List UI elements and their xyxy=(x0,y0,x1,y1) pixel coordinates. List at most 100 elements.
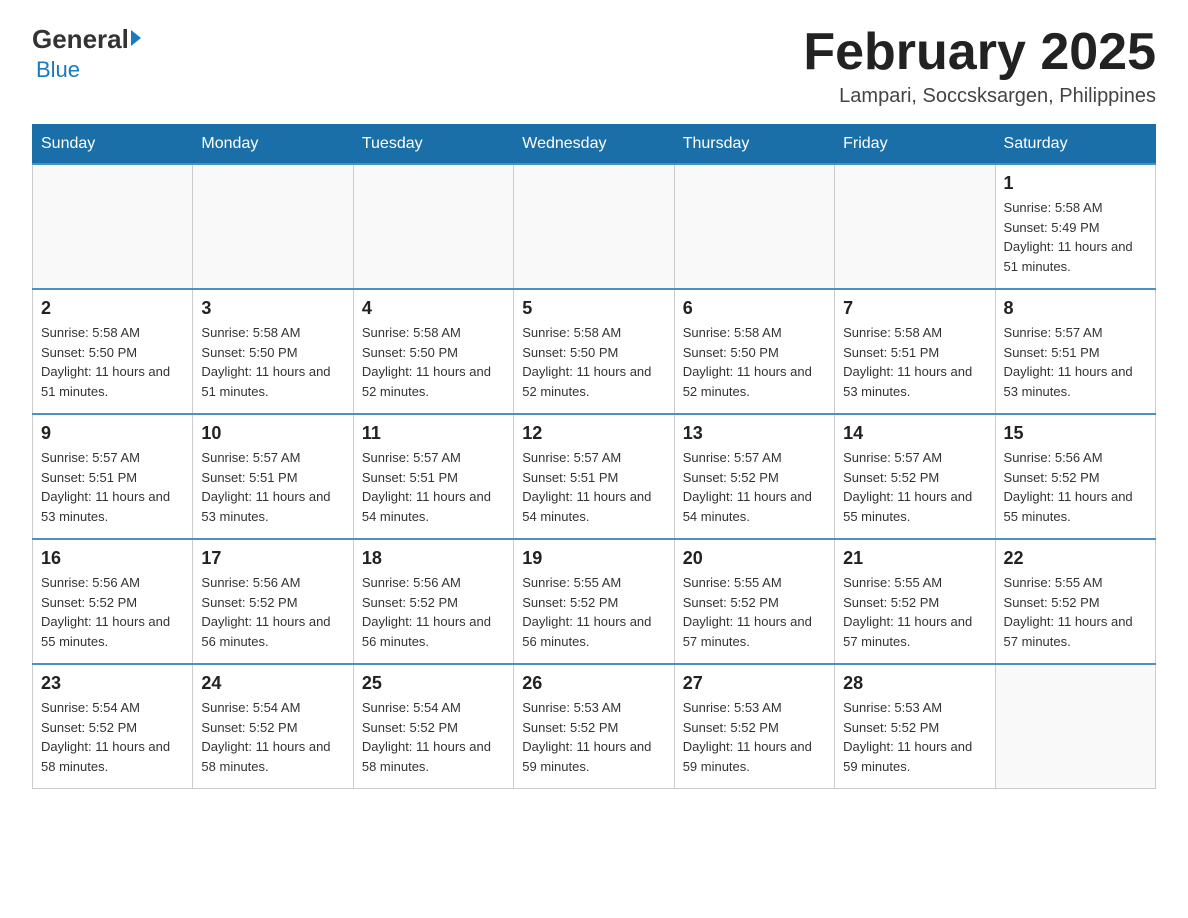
day-info: Sunrise: 5:58 AMSunset: 5:50 PMDaylight:… xyxy=(683,323,826,401)
day-info: Sunrise: 5:55 AMSunset: 5:52 PMDaylight:… xyxy=(522,573,665,651)
table-row: 23Sunrise: 5:54 AMSunset: 5:52 PMDayligh… xyxy=(33,664,193,789)
logo: General Blue xyxy=(32,24,141,83)
calendar-title: February 2025 xyxy=(803,24,1156,81)
day-info: Sunrise: 5:56 AMSunset: 5:52 PMDaylight:… xyxy=(1004,448,1147,526)
header-thursday: Thursday xyxy=(674,125,834,165)
table-row: 4 Sunrise: 5:58 AMSunset: 5:50 PMDaylight… xyxy=(353,289,513,414)
day-number: 5 xyxy=(522,298,665,319)
day-info: Sunrise: 5:57 AMSunset: 5:51 PMDaylight:… xyxy=(1004,323,1147,401)
table-row: 5 Sunrise: 5:58 AMSunset: 5:50 PMDaylight… xyxy=(514,289,674,414)
day-info: Sunrise: 5:55 AMSunset: 5:52 PMDaylight:… xyxy=(843,573,986,651)
day-number: 13 xyxy=(683,423,826,444)
day-number: 6 xyxy=(683,298,826,319)
table-row: 21 Sunrise: 5:55 AMSunset: 5:52 PMDayligh… xyxy=(835,539,995,664)
day-number: 20 xyxy=(683,548,826,569)
day-number: 8 xyxy=(1004,298,1147,319)
day-number: 24 xyxy=(201,673,344,694)
table-row: 7 Sunrise: 5:58 AMSunset: 5:51 PMDaylight… xyxy=(835,289,995,414)
table-row: 25Sunrise: 5:54 AMSunset: 5:52 PMDayligh… xyxy=(353,664,513,789)
table-row: 11Sunrise: 5:57 AMSunset: 5:51 PMDayligh… xyxy=(353,414,513,539)
day-info: Sunrise: 5:57 AMSunset: 5:51 PMDaylight:… xyxy=(41,448,184,526)
header-wednesday: Wednesday xyxy=(514,125,674,165)
table-row: 6 Sunrise: 5:58 AMSunset: 5:50 PMDaylight… xyxy=(674,289,834,414)
calendar-week-row: 16 Sunrise: 5:56 AMSunset: 5:52 PMDayligh… xyxy=(33,539,1156,664)
table-row: 15 Sunrise: 5:56 AMSunset: 5:52 PMDayligh… xyxy=(995,414,1155,539)
day-number: 23 xyxy=(41,673,184,694)
table-row: 22 Sunrise: 5:55 AMSunset: 5:52 PMDayligh… xyxy=(995,539,1155,664)
day-info: Sunrise: 5:57 AMSunset: 5:51 PMDaylight:… xyxy=(201,448,344,526)
day-number: 26 xyxy=(522,673,665,694)
table-row xyxy=(835,164,995,289)
table-row: 14 Sunrise: 5:57 AMSunset: 5:52 PMDayligh… xyxy=(835,414,995,539)
header-sunday: Sunday xyxy=(33,125,193,165)
day-number: 25 xyxy=(362,673,505,694)
calendar-week-row: 23 Sunrise: 5:54 AMSunset: 5:52 PMDayligh… xyxy=(33,664,1156,789)
day-number: 14 xyxy=(843,423,986,444)
day-info: Sunrise: 5:55 AMSunset: 5:52 PMDaylight:… xyxy=(1004,573,1147,651)
day-number: 2 xyxy=(41,298,184,319)
header-friday: Friday xyxy=(835,125,995,165)
header-tuesday: Tuesday xyxy=(353,125,513,165)
table-row xyxy=(674,164,834,289)
day-info: Sunrise: 5:53 AMSunset: 5:52 PMDaylight:… xyxy=(843,698,986,776)
day-info: Sunrise: 5:56 AMSunset: 5:52 PMDaylight:… xyxy=(41,573,184,651)
table-row: 9 Sunrise: 5:57 AMSunset: 5:51 PMDaylight… xyxy=(33,414,193,539)
header-monday: Monday xyxy=(193,125,353,165)
day-number: 1 xyxy=(1004,173,1147,194)
calendar-week-row: 1 Sunrise: 5:58 AMSunset: 5:49 PMDaylight… xyxy=(33,164,1156,289)
day-info: Sunrise: 5:53 AMSunset: 5:52 PMDaylight:… xyxy=(683,698,826,776)
table-row xyxy=(33,164,193,289)
day-number: 10 xyxy=(201,423,344,444)
day-info: Sunrise: 5:57 AMSunset: 5:52 PMDaylight:… xyxy=(843,448,986,526)
calendar-week-row: 9 Sunrise: 5:57 AMSunset: 5:51 PMDaylight… xyxy=(33,414,1156,539)
day-number: 12 xyxy=(522,423,665,444)
day-number: 15 xyxy=(1004,423,1147,444)
table-row xyxy=(995,664,1155,789)
table-row xyxy=(514,164,674,289)
table-row: 20 Sunrise: 5:55 AMSunset: 5:52 PMDayligh… xyxy=(674,539,834,664)
day-info: Sunrise: 5:55 AMSunset: 5:52 PMDaylight:… xyxy=(683,573,826,651)
table-row: 1 Sunrise: 5:58 AMSunset: 5:49 PMDaylight… xyxy=(995,164,1155,289)
day-number: 9 xyxy=(41,423,184,444)
day-number: 3 xyxy=(201,298,344,319)
day-info: Sunrise: 5:53 AMSunset: 5:52 PMDaylight:… xyxy=(522,698,665,776)
day-info: Sunrise: 5:54 AMSunset: 5:52 PMDaylight:… xyxy=(201,698,344,776)
day-info: Sunrise: 5:58 AMSunset: 5:50 PMDaylight:… xyxy=(41,323,184,401)
table-row: 18 Sunrise: 5:56 AMSunset: 5:52 PMDayligh… xyxy=(353,539,513,664)
day-number: 21 xyxy=(843,548,986,569)
table-row: 28 Sunrise: 5:53 AMSunset: 5:52 PMDayligh… xyxy=(835,664,995,789)
table-row: 24 Sunrise: 5:54 AMSunset: 5:52 PMDayligh… xyxy=(193,664,353,789)
table-row: 12Sunrise: 5:57 AMSunset: 5:51 PMDayligh… xyxy=(514,414,674,539)
day-number: 4 xyxy=(362,298,505,319)
day-number: 18 xyxy=(362,548,505,569)
header-saturday: Saturday xyxy=(995,125,1155,165)
day-info: Sunrise: 5:58 AMSunset: 5:50 PMDaylight:… xyxy=(522,323,665,401)
table-row: 27 Sunrise: 5:53 AMSunset: 5:52 PMDayligh… xyxy=(674,664,834,789)
title-area: February 2025 Lampari, Soccsksargen, Phi… xyxy=(803,24,1156,108)
table-row: 19Sunrise: 5:55 AMSunset: 5:52 PMDayligh… xyxy=(514,539,674,664)
day-number: 7 xyxy=(843,298,986,319)
day-info: Sunrise: 5:58 AMSunset: 5:51 PMDaylight:… xyxy=(843,323,986,401)
table-row: 16 Sunrise: 5:56 AMSunset: 5:52 PMDayligh… xyxy=(33,539,193,664)
calendar-header-row: Sunday Monday Tuesday Wednesday Thursday… xyxy=(33,125,1156,165)
logo-blue-word: Blue xyxy=(36,57,80,83)
day-number: 17 xyxy=(201,548,344,569)
day-number: 27 xyxy=(683,673,826,694)
day-number: 11 xyxy=(362,423,505,444)
table-row: 2 Sunrise: 5:58 AMSunset: 5:50 PMDaylight… xyxy=(33,289,193,414)
day-number: 28 xyxy=(843,673,986,694)
day-info: Sunrise: 5:58 AMSunset: 5:50 PMDaylight:… xyxy=(362,323,505,401)
day-number: 22 xyxy=(1004,548,1147,569)
logo-text: General xyxy=(32,24,141,55)
table-row: 26 Sunrise: 5:53 AMSunset: 5:52 PMDayligh… xyxy=(514,664,674,789)
table-row: 13Sunrise: 5:57 AMSunset: 5:52 PMDayligh… xyxy=(674,414,834,539)
day-info: Sunrise: 5:56 AMSunset: 5:52 PMDaylight:… xyxy=(201,573,344,651)
day-info: Sunrise: 5:56 AMSunset: 5:52 PMDaylight:… xyxy=(362,573,505,651)
day-number: 16 xyxy=(41,548,184,569)
table-row: 3Sunrise: 5:58 AMSunset: 5:50 PMDaylight… xyxy=(193,289,353,414)
table-row: 17 Sunrise: 5:56 AMSunset: 5:52 PMDayligh… xyxy=(193,539,353,664)
day-info: Sunrise: 5:58 AMSunset: 5:49 PMDaylight:… xyxy=(1004,198,1147,276)
calendar-week-row: 2 Sunrise: 5:58 AMSunset: 5:50 PMDaylight… xyxy=(33,289,1156,414)
logo-general: General xyxy=(32,24,129,55)
table-row xyxy=(193,164,353,289)
